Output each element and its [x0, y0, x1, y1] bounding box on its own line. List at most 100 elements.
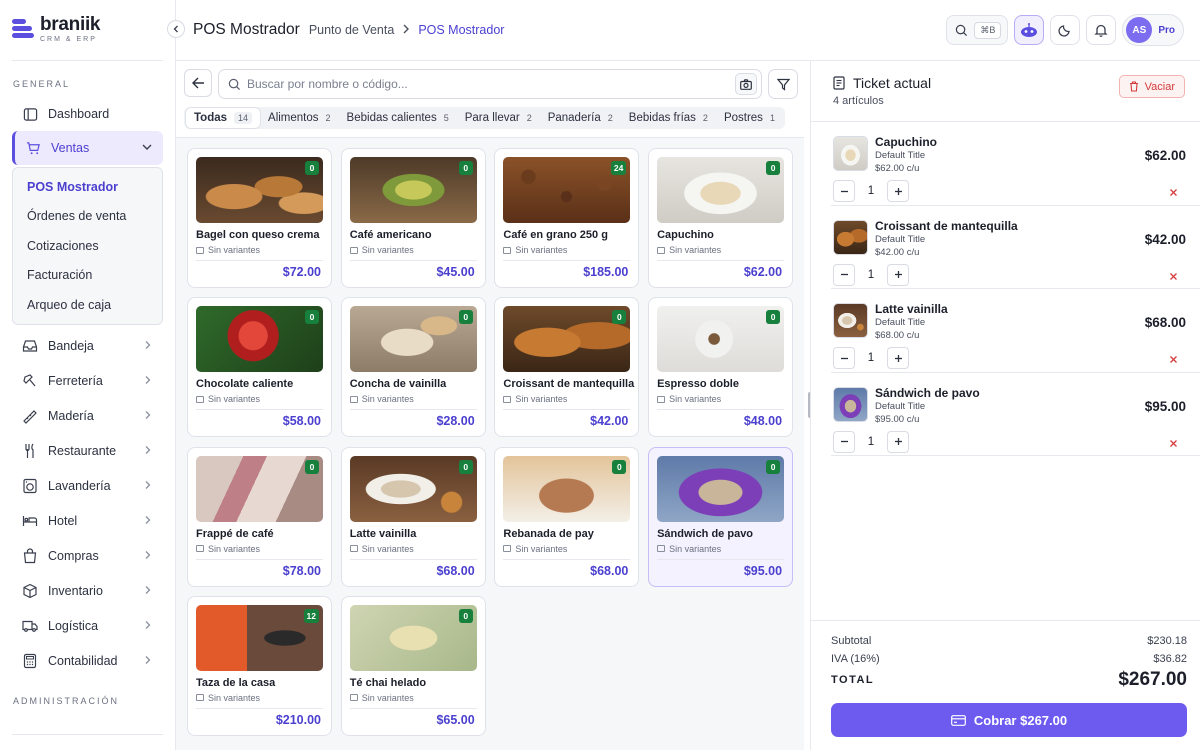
decrease-qty-button[interactable]	[833, 430, 855, 453]
chevron-right-icon	[143, 619, 153, 633]
category-tab[interactable]: Para llevar 2	[457, 108, 540, 128]
clear-ticket-button[interactable]: Vaciar	[1118, 75, 1185, 98]
remove-line-button[interactable]	[1169, 437, 1178, 451]
sidebar-item-ventas[interactable]: Ventas	[12, 131, 163, 165]
product-image: 0	[349, 306, 477, 373]
product-image: 0	[657, 306, 785, 373]
decrease-qty-button[interactable]	[833, 263, 855, 286]
decrease-qty-button[interactable]	[833, 347, 855, 369]
product-card[interactable]: 0 Rebanada de pay Sin variantes $68.00	[494, 446, 640, 587]
product-card[interactable]: 0 Latte vainilla Sin variantes $68.00	[340, 446, 486, 587]
product-card[interactable]: 0 Sándwich de pavo Sin variantes $95.00	[648, 446, 794, 587]
remove-line-button[interactable]	[1169, 186, 1178, 200]
sidebar-item-label: Restaurante	[48, 444, 117, 458]
bell-icon	[1094, 24, 1108, 37]
product-variants: Sin variantes	[657, 245, 784, 255]
product-image: 0	[349, 157, 477, 223]
submenu-item-arqueo[interactable]: Arqueo de caja	[13, 290, 162, 320]
chevron-right-icon	[143, 584, 153, 598]
search-input[interactable]	[247, 77, 717, 91]
filter-button[interactable]	[768, 69, 798, 99]
sidebar-item-logistica[interactable]: Logística	[12, 609, 163, 644]
shortcut-hint: ⌘B	[974, 21, 1002, 39]
ticket-summary: Subtotal $230.18 IVA (16%) $36.82 TOTAL …	[811, 620, 1200, 750]
product-name: Café en grano 250 g	[503, 229, 608, 241]
product-card[interactable]: 0 Espresso doble Sin variantes $48.00	[648, 297, 794, 438]
variants-icon	[503, 246, 512, 254]
collapse-sidebar-button[interactable]	[167, 20, 185, 38]
product-variants: Sin variantes	[349, 245, 477, 255]
stock-badge: 0	[458, 459, 473, 474]
sidebar-item-label: Bandeja	[48, 339, 94, 353]
card-divider	[349, 558, 477, 560]
breadcrumb-item[interactable]: Punto de Venta	[309, 23, 395, 37]
total-value: $267.00	[1118, 669, 1187, 690]
brand-logo[interactable]: braniik CRM & ERP	[0, 0, 175, 44]
ventas-submenu: POS Mostrador Órdenes de venta Cotizacio…	[12, 167, 163, 325]
close-icon	[1170, 439, 1177, 447]
category-tab[interactable]: Postres 1	[716, 108, 783, 128]
submenu-item-facturacion[interactable]: Facturación	[13, 261, 162, 291]
theme-toggle-button[interactable]	[1050, 15, 1081, 45]
sidebar-item-inventario[interactable]: Inventario	[12, 574, 163, 609]
arrow-left-icon	[191, 77, 204, 89]
increase-qty-button[interactable]	[887, 347, 909, 369]
close-icon	[1170, 189, 1177, 196]
remove-line-button[interactable]	[1169, 353, 1178, 367]
sidebar-item-compras[interactable]: Compras	[12, 539, 163, 574]
ai-assistant-button[interactable]	[1014, 15, 1045, 45]
category-tab[interactable]: Panadería 2	[540, 108, 621, 128]
close-icon	[1170, 356, 1177, 363]
product-card[interactable]: 24 Café en grano 250 g Sin variantes $185.0…	[494, 148, 640, 288]
category-tab[interactable]: Bebidas calientes 5	[339, 108, 457, 128]
sidebar-item-hotel[interactable]: Hotel	[12, 504, 163, 539]
decrease-qty-button[interactable]	[833, 180, 855, 202]
product-card[interactable]: 0 Croissant de mantequilla Sin variantes $4…	[494, 297, 640, 438]
sidebar-item-label: Dashboard	[48, 107, 110, 121]
category-tab[interactable]: Bebidas frías 2	[621, 108, 716, 128]
page-title: POS Mostrador	[193, 21, 300, 38]
product-card[interactable]: 0 Café americano Sin variantes $45.00	[340, 148, 486, 288]
product-price: $48.00	[743, 414, 783, 429]
product-card[interactable]: 0 Capuchino Sin variantes $62.00	[648, 148, 794, 288]
product-card[interactable]: 0 Concha de vainilla Sin variantes $28.00	[340, 297, 486, 438]
product-variants: Sin variantes	[196, 693, 323, 703]
sidebar-item-ferreteria[interactable]: Ferretería	[12, 364, 163, 399]
product-card[interactable]: 0 Té chai helado Sin variantes $65.00	[340, 595, 486, 736]
sidebar-item-dashboard[interactable]: Dashboard	[12, 97, 163, 131]
increase-qty-button[interactable]	[887, 180, 909, 202]
chevron-left-icon	[173, 25, 178, 33]
breadcrumb-current[interactable]: POS Mostrador	[418, 23, 504, 37]
increase-qty-button[interactable]	[887, 263, 909, 286]
card-divider	[196, 707, 323, 709]
sidebar-item-contabilidad[interactable]: Contabilidad	[12, 644, 163, 679]
submenu-item-ordenes[interactable]: Órdenes de venta	[13, 202, 162, 232]
submenu-item-pos-mostrador[interactable]: POS Mostrador	[13, 172, 162, 202]
product-card[interactable]: 0 Chocolate caliente Sin variantes $58.00	[187, 297, 332, 438]
sidebar-item-restaurante[interactable]: Restaurante	[12, 434, 163, 469]
submenu-item-cotizaciones[interactable]: Cotizaciones	[13, 231, 162, 261]
global-search-button[interactable]: ⌘B	[946, 15, 1009, 45]
barcode-scan-button[interactable]	[735, 73, 757, 95]
sidebar-item-lavanderia[interactable]: Lavandería	[12, 469, 163, 504]
charge-button[interactable]: Cobrar $267.00	[831, 703, 1187, 737]
stock-badge: 12	[303, 608, 319, 623]
moon-icon	[1058, 25, 1071, 37]
product-card[interactable]: 0 Bagel con queso crema Sin variantes $72.0…	[187, 148, 332, 288]
chevron-right-icon	[143, 409, 153, 423]
user-menu[interactable]: AS Pro	[1122, 14, 1184, 46]
sidebar-item-maderia[interactable]: Madería	[12, 399, 163, 434]
category-tab[interactable]: Todas 14	[186, 108, 261, 128]
sidebar-item-bandeja[interactable]: Bandeja	[12, 329, 163, 364]
increase-qty-button[interactable]	[887, 430, 909, 453]
product-variants: Sin variantes	[196, 245, 323, 255]
ticket-line-variant: Default Title	[875, 400, 926, 412]
product-name: Espresso doble	[657, 378, 739, 391]
back-button[interactable]	[184, 69, 212, 97]
notifications-button[interactable]	[1086, 15, 1117, 45]
remove-line-button[interactable]	[1169, 270, 1178, 284]
category-tabs: Todas 14 Alimentos 2 Bebidas calientes 5 Para …	[184, 107, 785, 129]
product-card[interactable]: 12 Taza de la casa Sin variantes $210.00	[187, 595, 332, 736]
category-tab[interactable]: Alimentos 2	[260, 108, 339, 128]
product-card[interactable]: 0 Frappé de café Sin variantes $78.00	[187, 446, 332, 587]
